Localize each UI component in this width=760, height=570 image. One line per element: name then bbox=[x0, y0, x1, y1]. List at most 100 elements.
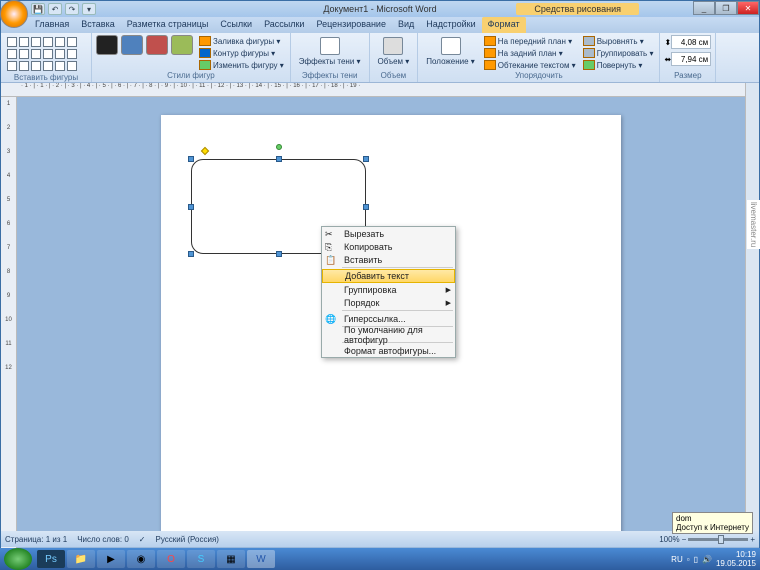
resize-handle-bm[interactable] bbox=[276, 251, 282, 257]
text-wrap-button[interactable]: Обтекание текстом ▾ bbox=[482, 59, 578, 71]
style-swatch-blue[interactable] bbox=[121, 35, 143, 55]
cube-icon bbox=[383, 37, 403, 55]
group-button[interactable]: Группировать ▾ bbox=[581, 47, 656, 59]
ctx-format-autoshape[interactable]: Формат автофигуры... bbox=[322, 344, 455, 357]
taskbar-chrome[interactable]: ◉ bbox=[127, 550, 155, 568]
tab-review[interactable]: Рецензирование bbox=[310, 17, 392, 33]
taskbar-app[interactable]: ▦ bbox=[217, 550, 245, 568]
resize-handle-bl[interactable] bbox=[188, 251, 194, 257]
style-swatch-black[interactable] bbox=[96, 35, 118, 55]
position-button[interactable]: Положение ▾ bbox=[422, 35, 479, 71]
zoom-out[interactable]: − bbox=[682, 535, 687, 544]
bring-front-button[interactable]: На передний план ▾ bbox=[482, 35, 578, 47]
width-icon: ⬌ bbox=[664, 55, 671, 64]
office-button[interactable] bbox=[0, 0, 28, 28]
ctx-order[interactable]: Порядок▶ bbox=[322, 296, 455, 309]
status-bar: Страница: 1 из 1 Число слов: 0 ✓ Русский… bbox=[1, 531, 759, 547]
zoom-slider[interactable] bbox=[688, 538, 748, 541]
tray-network-icon[interactable]: ▯ bbox=[694, 555, 698, 564]
ctx-set-default[interactable]: По умолчанию для автофигур bbox=[322, 328, 455, 341]
tab-layout[interactable]: Разметка страницы bbox=[121, 17, 215, 33]
vertical-ruler[interactable]: 123456789101112 bbox=[1, 97, 17, 549]
rotate-icon bbox=[583, 60, 595, 70]
tab-view[interactable]: Вид bbox=[392, 17, 420, 33]
adjustment-handle[interactable] bbox=[201, 147, 209, 155]
tray-volume-icon[interactable]: 🔊 bbox=[702, 555, 712, 564]
group-label: Вставить фигуры bbox=[5, 73, 87, 82]
resize-handle-tr[interactable] bbox=[363, 156, 369, 162]
zoom-thumb[interactable] bbox=[718, 535, 724, 544]
minimize-button[interactable]: _ bbox=[693, 1, 715, 15]
redo-icon[interactable]: ↷ bbox=[65, 3, 79, 15]
vertical-scrollbar[interactable] bbox=[745, 83, 759, 535]
front-icon bbox=[484, 36, 496, 46]
ctx-grouping[interactable]: Группировка▶ bbox=[322, 283, 455, 296]
height-input[interactable] bbox=[671, 35, 711, 49]
taskbar-explorer[interactable]: 📁 bbox=[67, 550, 95, 568]
tray-lang[interactable]: RU bbox=[671, 555, 683, 564]
tab-home[interactable]: Главная bbox=[29, 17, 75, 33]
separator bbox=[342, 310, 453, 311]
change-shape-button[interactable]: Изменить фигуру ▾ bbox=[197, 59, 286, 71]
ctx-add-text[interactable]: Добавить текст bbox=[322, 269, 455, 283]
tab-addins[interactable]: Надстройки bbox=[420, 17, 481, 33]
tab-mailings[interactable]: Рассылки bbox=[258, 17, 310, 33]
spell-check-icon[interactable]: ✓ bbox=[139, 535, 146, 544]
start-button[interactable] bbox=[4, 548, 32, 570]
rotation-handle[interactable] bbox=[276, 144, 282, 150]
shadow-effects-button[interactable]: Эффекты тени ▾ bbox=[295, 35, 365, 68]
tab-format[interactable]: Формат bbox=[482, 17, 526, 33]
rotate-button[interactable]: Повернуть ▾ bbox=[581, 59, 656, 71]
word-count[interactable]: Число слов: 0 bbox=[77, 535, 129, 544]
qat-more-icon[interactable]: ▾ bbox=[82, 3, 96, 15]
outline-icon bbox=[199, 48, 211, 58]
undo-icon[interactable]: ↶ bbox=[48, 3, 62, 15]
height-icon: ⬍ bbox=[664, 38, 671, 47]
group-size: ⬍ ⬌ Размер bbox=[660, 33, 716, 82]
language-indicator[interactable]: Русский (Россия) bbox=[155, 535, 218, 544]
tray-clock[interactable]: 10:1919.05.2015 bbox=[716, 550, 756, 568]
3d-effects-button[interactable]: Объем ▾ bbox=[374, 35, 414, 68]
taskbar-opera[interactable]: O bbox=[157, 550, 185, 568]
shape-fill-button[interactable]: Заливка фигуры ▾ bbox=[197, 35, 286, 47]
ctx-copy[interactable]: ⎘Копировать bbox=[322, 240, 455, 253]
ctx-cut[interactable]: ✂Вырезать bbox=[322, 227, 455, 240]
taskbar-skype[interactable]: S bbox=[187, 550, 215, 568]
resize-handle-mr[interactable] bbox=[363, 204, 369, 210]
width-input[interactable] bbox=[671, 52, 711, 66]
quick-access-toolbar: 💾 ↶ ↷ ▾ bbox=[31, 3, 96, 15]
zoom-in[interactable]: + bbox=[750, 535, 755, 544]
copy-icon: ⎘ bbox=[325, 242, 337, 252]
taskbar-photoshop[interactable]: Ps bbox=[37, 550, 65, 568]
resize-handle-ml[interactable] bbox=[188, 204, 194, 210]
group-shape-styles: Заливка фигуры ▾ Контур фигуры ▾ Изменит… bbox=[92, 33, 291, 82]
tab-references[interactable]: Ссылки bbox=[214, 17, 258, 33]
system-tray: RU ▫ ▯ 🔊 10:1919.05.2015 bbox=[671, 550, 760, 568]
context-menu: ✂Вырезать ⎘Копировать 📋Вставить Добавить… bbox=[321, 226, 456, 358]
page-indicator[interactable]: Страница: 1 из 1 bbox=[5, 535, 67, 544]
document-title: Документ1 - Microsoft Word bbox=[323, 4, 436, 14]
submenu-arrow-icon: ▶ bbox=[446, 286, 451, 294]
zoom-level[interactable]: 100% bbox=[659, 535, 679, 544]
watermark: livemaster.ru bbox=[747, 200, 760, 249]
shape-outline-button[interactable]: Контур фигуры ▾ bbox=[197, 47, 286, 59]
resize-handle-tl[interactable] bbox=[188, 156, 194, 162]
align-icon bbox=[583, 36, 595, 46]
horizontal-ruler[interactable]: · 1 · | · 1 · | · 2 · | · 3 · | · 4 · | … bbox=[1, 83, 759, 97]
tray-flag-icon[interactable]: ▫ bbox=[687, 555, 690, 564]
save-icon[interactable]: 💾 bbox=[31, 3, 45, 15]
style-swatch-red[interactable] bbox=[146, 35, 168, 55]
tab-insert[interactable]: Вставка bbox=[75, 17, 120, 33]
close-button[interactable]: ✕ bbox=[737, 1, 759, 15]
ctx-paste[interactable]: 📋Вставить bbox=[322, 253, 455, 266]
align-button[interactable]: Выровнять ▾ bbox=[581, 35, 656, 47]
maximize-button[interactable]: ❐ bbox=[715, 1, 737, 15]
taskbar-media[interactable]: ▶ bbox=[97, 550, 125, 568]
group-arrange: Положение ▾ На передний план ▾ На задний… bbox=[418, 33, 660, 82]
ctx-hyperlink[interactable]: 🌐Гиперссылка... bbox=[322, 312, 455, 325]
send-back-button[interactable]: На задний план ▾ bbox=[482, 47, 578, 59]
shapes-gallery[interactable] bbox=[5, 35, 87, 73]
resize-handle-tm[interactable] bbox=[276, 156, 282, 162]
style-swatch-green[interactable] bbox=[171, 35, 193, 55]
taskbar-word[interactable]: W bbox=[247, 550, 275, 568]
